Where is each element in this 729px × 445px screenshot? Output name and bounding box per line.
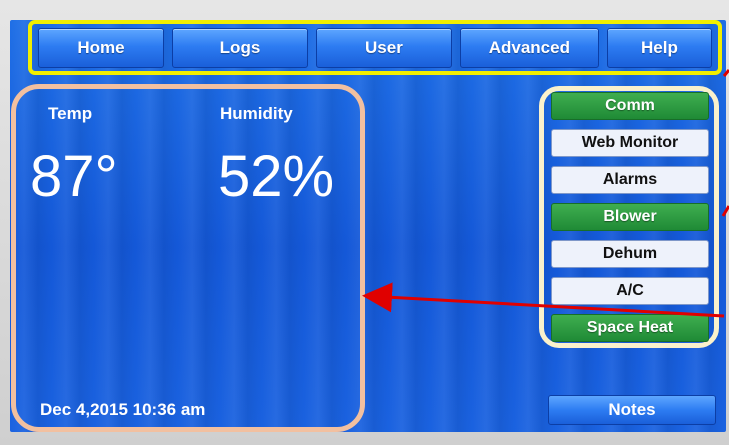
- side-item-dehum[interactable]: Dehum: [551, 240, 709, 268]
- side-item-ac[interactable]: A/C: [551, 277, 709, 305]
- side-item-web-monitor[interactable]: Web Monitor: [551, 129, 709, 157]
- side-item-blower[interactable]: Blower: [551, 203, 709, 231]
- temp-value: 87°: [30, 144, 118, 209]
- side-menu: Comm Web Monitor Alarms Blower Dehum A/C…: [539, 86, 719, 348]
- nav-advanced-button[interactable]: Advanced: [459, 27, 599, 68]
- readout-panel: [11, 84, 365, 432]
- nav-home-button[interactable]: Home: [38, 27, 165, 68]
- datetime-display: Dec 4,2015 10:36 am: [40, 400, 206, 419]
- nav-user-button[interactable]: User: [315, 27, 452, 68]
- side-item-alarms[interactable]: Alarms: [551, 166, 709, 194]
- top-nav: Home Logs User Advanced Help: [28, 20, 722, 75]
- notes-button[interactable]: Notes: [548, 395, 716, 425]
- humidity-label: Humidity: [220, 104, 293, 123]
- side-item-comm[interactable]: Comm: [551, 92, 709, 120]
- nav-help-button[interactable]: Help: [606, 27, 712, 68]
- side-item-space-heat[interactable]: Space Heat: [551, 314, 709, 342]
- humidity-value: 52%: [218, 144, 335, 209]
- nav-logs-button[interactable]: Logs: [172, 27, 308, 68]
- temp-label: Temp: [48, 104, 93, 123]
